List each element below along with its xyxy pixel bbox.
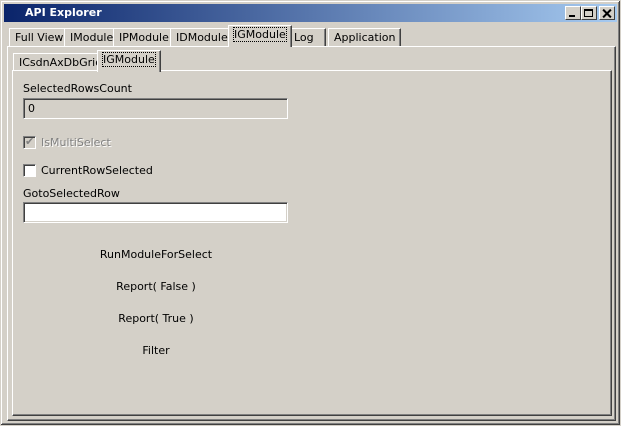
tab-label: IDModule [176,31,228,44]
tab-log[interactable]: Log [288,28,326,46]
tab-label: IModule [70,31,114,44]
tab-full-view[interactable]: Full View [9,28,70,46]
minimize-button[interactable] [565,6,581,20]
tab-imodule[interactable]: IModule [64,28,120,46]
selected-rows-count-field[interactable]: 0 [23,98,288,119]
tab-label: IGModule [233,27,287,42]
filter-button[interactable]: Filter [56,344,256,357]
close-icon [602,9,612,18]
tab-ipmodule[interactable]: IPModule [113,28,175,46]
subtab-igmodule[interactable]: IGModule [97,50,161,72]
tab-label: IGModule [102,52,156,67]
goto-selected-row-label: GotoSelectedRow [23,187,120,200]
tab-label: Log [294,31,314,44]
checkmark-icon: ✔ [25,135,35,148]
report-false-button[interactable]: Report( False ) [56,280,256,293]
tab-label: Full View [15,31,64,44]
minimize-icon [568,9,578,18]
api-explorer-window: API Explorer Full View IModule IPModule … [0,0,621,426]
is-multi-select-checkbox[interactable]: ✔ [23,135,36,149]
goto-selected-row-input[interactable] [23,202,288,223]
is-multi-select-label: IsMultiSelect [41,136,111,149]
tab-label: ICsdnAxDbGrid [19,56,103,69]
run-module-for-select-button[interactable]: RunModuleForSelect [56,248,256,261]
current-row-selected-checkbox[interactable] [23,164,36,177]
close-button[interactable] [599,6,615,20]
maximize-button[interactable] [581,6,597,20]
window-title: API Explorer [25,6,102,19]
selected-rows-count-label: SelectedRowsCount [23,82,132,95]
tab-igmodule[interactable]: IGModule [228,25,292,47]
maximize-icon [584,8,594,18]
tab-application[interactable]: Application [328,28,402,46]
report-true-button[interactable]: Report( True ) [56,312,256,325]
tab-idmodule[interactable]: IDModule [170,28,234,46]
current-row-selected-label: CurrentRowSelected [41,164,153,177]
title-bar[interactable]: API Explorer [4,4,617,22]
subtab-icsdnaxdbgrid[interactable]: ICsdnAxDbGrid [13,53,109,71]
sub-tab-panel [12,70,612,416]
tab-label: IPModule [119,31,169,44]
tab-label: Application [334,31,396,44]
